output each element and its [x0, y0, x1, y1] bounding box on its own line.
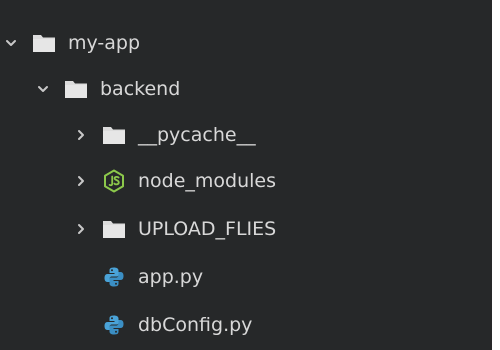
chevron-right-icon[interactable] — [74, 222, 88, 236]
python-file-icon — [102, 265, 126, 289]
folder-icon — [32, 31, 56, 55]
nodejs-folder-icon — [102, 169, 126, 193]
folder-icon — [102, 123, 126, 147]
tree-item-app-py[interactable]: app.py — [0, 254, 492, 300]
chevron-down-icon[interactable] — [4, 36, 18, 50]
tree-item-label: dbConfig.py — [138, 314, 253, 336]
folder-icon — [102, 217, 126, 241]
tree-item-label: __pycache__ — [138, 124, 256, 146]
tree-item-label: UPLOAD_FLIES — [138, 218, 277, 240]
tree-item-upload-flies[interactable]: UPLOAD_FLIES — [0, 206, 492, 252]
chevron-down-icon[interactable] — [36, 82, 50, 96]
python-file-icon — [102, 313, 126, 337]
tree-item-backend[interactable]: backend — [0, 66, 492, 112]
tree-item-my-app[interactable]: my-app — [0, 20, 492, 66]
folder-icon — [64, 77, 88, 101]
tree-item-label: app.py — [138, 266, 204, 288]
chevron-right-icon[interactable] — [74, 174, 88, 188]
chevron-right-icon[interactable] — [74, 128, 88, 142]
tree-item-pycache[interactable]: __pycache__ — [0, 112, 492, 158]
tree-item-label: node_modules — [138, 170, 277, 192]
tree-item-dbconfig-py[interactable]: dbConfig.py — [0, 302, 492, 348]
tree-item-label: backend — [100, 78, 181, 100]
tree-item-label: my-app — [68, 32, 141, 54]
tree-item-node-modules[interactable]: node_modules — [0, 158, 492, 204]
file-explorer: my-app backend __pycache__ node_modules … — [0, 0, 492, 350]
